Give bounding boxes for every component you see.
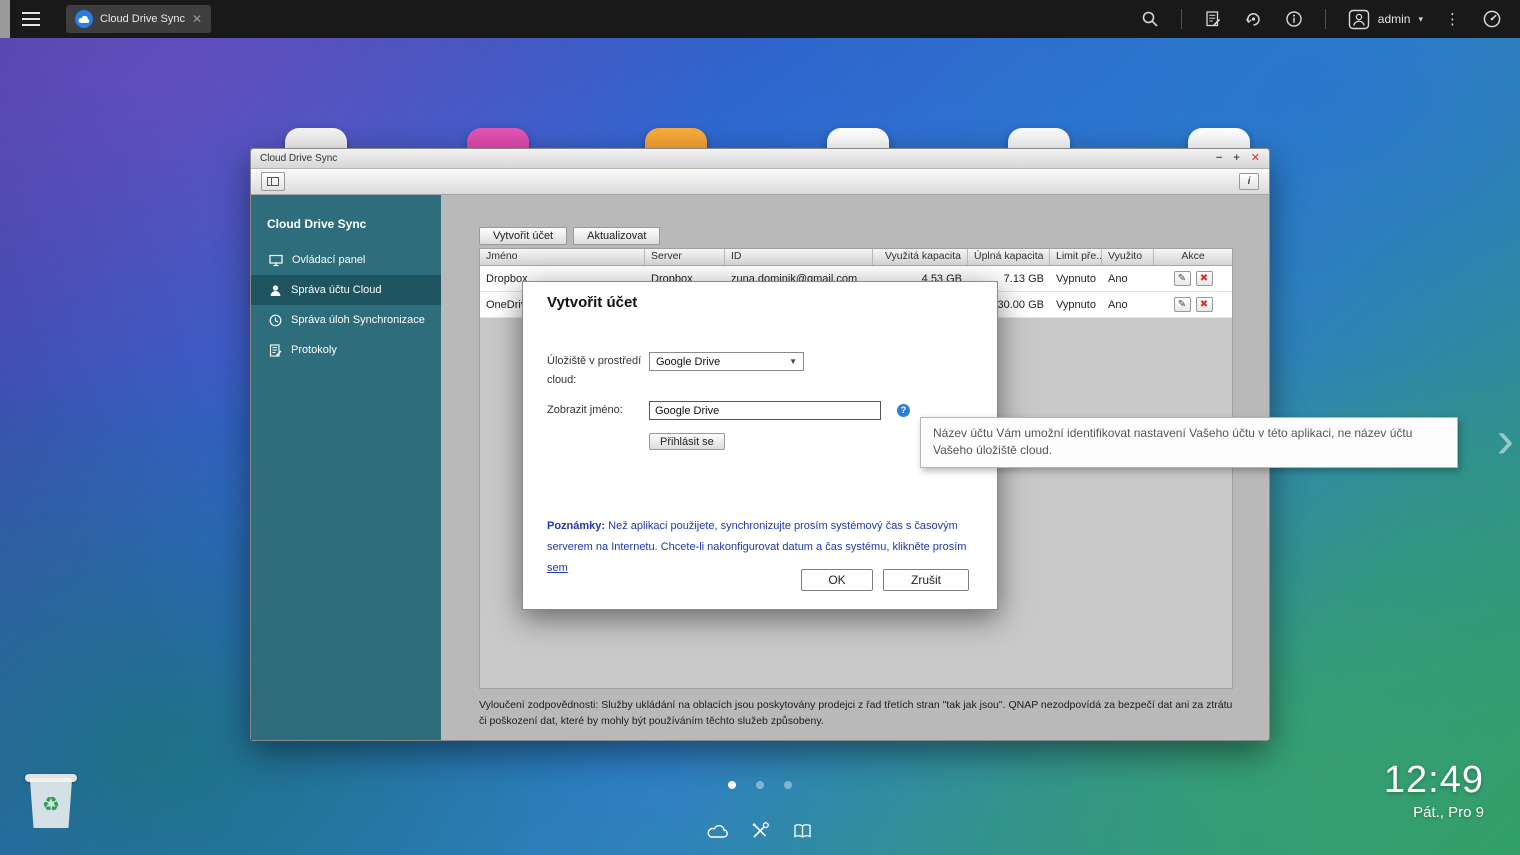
desktop-page-dots (728, 781, 792, 789)
table-header: Jméno Server ID Využitá kapacita Úplná k… (480, 249, 1232, 266)
recycle-symbol-icon: ♻ (24, 792, 78, 817)
left-edge-strip (0, 0, 10, 38)
notes-prefix: Poznámky: (547, 520, 605, 532)
cell-limit: Vypnuto (1050, 299, 1102, 311)
external-device-icon[interactable] (1244, 10, 1263, 28)
cell-enabled: Ano (1102, 299, 1154, 311)
sidebar-item-sprava-uloh-synchronizace[interactable]: Správa úloh Synchronizace (251, 305, 441, 335)
sign-in-button[interactable]: Přihlásit se (649, 433, 725, 450)
create-account-button[interactable]: Vytvořit účet (479, 227, 567, 245)
sidebar-item-label: Ovládací panel (292, 254, 365, 266)
help-tooltip: Název účtu Vám umožní identifikovat nast… (920, 417, 1458, 468)
user-icon (269, 284, 282, 297)
delete-account-button[interactable]: ✖ (1196, 271, 1213, 286)
page-dot-1[interactable] (728, 781, 736, 789)
clock-time: 12:49 (1384, 760, 1484, 802)
edit-account-button[interactable]: ✎ (1174, 297, 1191, 312)
sidebar-item-protokoly[interactable]: Protokoly (251, 335, 441, 365)
window-titlebar[interactable]: Cloud Drive Sync − + ✕ (251, 149, 1269, 169)
tab-close-icon[interactable]: ✕ (192, 13, 202, 25)
help-icon[interactable]: ? (897, 404, 910, 417)
topbar: Cloud Drive Sync ✕ admin ▾ ⋮ (0, 0, 1520, 38)
panel-icon (267, 177, 279, 186)
app-info-button[interactable]: i (1239, 173, 1259, 190)
clock-date: Pát., Pro 9 (1384, 804, 1484, 821)
selected-storage: Google Drive (656, 356, 720, 368)
ok-button[interactable]: OK (801, 569, 873, 591)
topbar-divider (1181, 9, 1182, 29)
column-header-vyuzita-kapacita[interactable]: Využitá kapacita (873, 249, 968, 265)
cloud-storage-select[interactable]: Google Drive ▼ (649, 352, 804, 371)
sidebar-header: Cloud Drive Sync (251, 209, 441, 245)
column-header-id[interactable]: ID (725, 249, 873, 265)
close-button[interactable]: ✕ (1251, 153, 1260, 164)
column-header-jmeno[interactable]: Jméno (480, 249, 645, 265)
window-toolbar: i (251, 169, 1269, 195)
display-name-input[interactable] (649, 401, 881, 420)
storage-label: Úložiště v prostředí cloud: (547, 352, 649, 389)
column-header-server[interactable]: Server (645, 249, 725, 265)
admin-label: admin (1378, 12, 1411, 26)
chevron-down-icon: ▾ (1418, 14, 1423, 25)
tab-label: Cloud Drive Sync (100, 13, 185, 25)
recycle-bin-icon[interactable]: ♻ (24, 770, 78, 830)
toggle-sidebar-button[interactable] (261, 172, 285, 191)
dashboard-icon[interactable] (1482, 9, 1502, 29)
page-dot-2[interactable] (756, 781, 764, 789)
logs-icon (269, 344, 282, 357)
desktop-clock: 12:49 Pát., Pro 9 (1384, 760, 1484, 821)
tab-cloud-drive-sync[interactable]: Cloud Drive Sync ✕ (66, 5, 211, 33)
cancel-button[interactable]: Zrušit (883, 569, 969, 591)
delete-account-button[interactable]: ✖ (1196, 297, 1213, 312)
sidebar: Cloud Drive Sync Ovládací panel Správa ú… (251, 195, 441, 740)
main-menu-button[interactable] (10, 0, 52, 38)
cell-limit: Vypnuto (1050, 273, 1102, 285)
sidebar-item-label: Správa účtu Cloud (291, 284, 382, 296)
monitor-icon (269, 254, 283, 267)
column-header-uplna-kapacita[interactable]: Úplná kapacita (968, 249, 1050, 265)
clock-icon (269, 314, 282, 327)
manual-icon[interactable] (789, 820, 815, 842)
sidebar-item-label: Protokoly (291, 344, 337, 356)
minimize-button[interactable]: − (1216, 153, 1222, 164)
column-header-limit[interactable]: Limit pře... (1050, 249, 1102, 265)
next-desktop-page-chevron[interactable]: › (1497, 414, 1514, 466)
dialog-title: Vytvořit účet (547, 294, 637, 311)
page-dot-3[interactable] (784, 781, 792, 789)
column-header-akce[interactable]: Akce (1154, 249, 1232, 265)
chevron-down-icon: ▼ (789, 357, 797, 366)
topbar-divider (1325, 9, 1326, 29)
display-name-label: Zobrazit jméno: (547, 401, 649, 420)
sidebar-item-label: Správa úloh Synchronizace (291, 314, 425, 326)
cloud-drive-sync-icon (75, 10, 93, 28)
window-title: Cloud Drive Sync (260, 153, 337, 164)
edit-account-button[interactable]: ✎ (1174, 271, 1191, 286)
cell-enabled: Ano (1102, 273, 1154, 285)
utilities-icon[interactable] (747, 820, 773, 842)
more-menu-icon[interactable]: ⋮ (1445, 10, 1460, 28)
disclaimer-text: Vyloučení zodpovědnosti: Služby ukládání… (479, 697, 1233, 730)
search-icon[interactable] (1141, 10, 1159, 28)
user-menu[interactable]: admin ▾ (1348, 9, 1423, 30)
sidebar-item-sprava-uctu-cloud[interactable]: Správa účtu Cloud (251, 275, 441, 305)
user-icon (1348, 9, 1370, 30)
background-tasks-icon[interactable] (1204, 10, 1222, 28)
info-icon[interactable] (1285, 10, 1303, 28)
system-time-link[interactable]: sem (547, 562, 568, 574)
column-header-vyuzito[interactable]: Využito (1102, 249, 1154, 265)
sidebar-item-ovladaci-panel[interactable]: Ovládací panel (251, 245, 441, 275)
refresh-button[interactable]: Aktualizovat (573, 227, 660, 245)
myqnapcloud-icon[interactable] (705, 820, 731, 842)
maximize-button[interactable]: + (1233, 153, 1239, 164)
